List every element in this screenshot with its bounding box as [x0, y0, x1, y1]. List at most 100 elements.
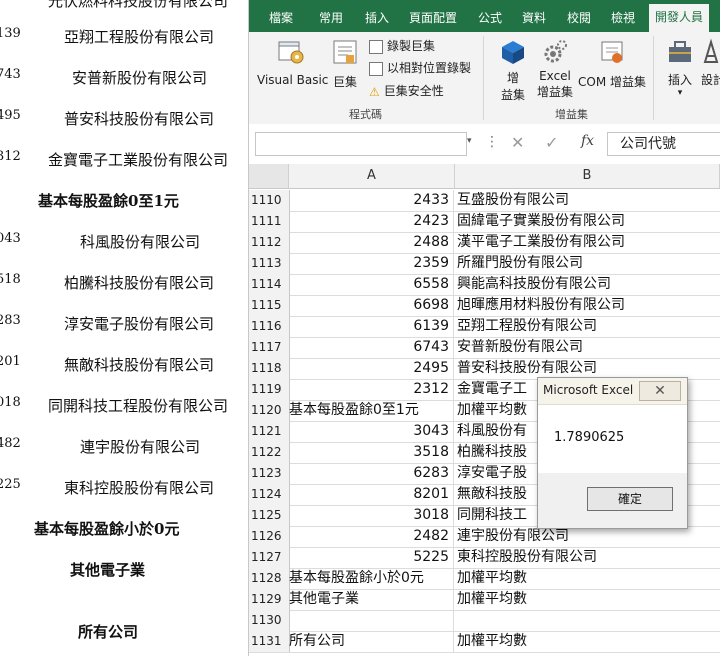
row-header[interactable]: 1115 [249, 295, 290, 316]
cell-b[interactable]: 所羅門股份有限公司 [455, 253, 719, 274]
macro-security-button[interactable]: ⚠ 巨集安全性 [369, 82, 444, 99]
cell-a[interactable]: 3518 [289, 442, 454, 463]
macros-button[interactable]: 巨集 [329, 38, 361, 90]
select-all-corner[interactable] [249, 164, 289, 188]
close-button[interactable]: ✕ [639, 381, 681, 401]
cell-b[interactable]: 加權平均數 [455, 631, 719, 652]
cell-b[interactable]: 東科控股股份有限公司 [455, 547, 719, 568]
row-header[interactable]: 1129 [249, 589, 290, 610]
row-header[interactable]: 1121 [249, 421, 290, 442]
ribbon-separator [483, 36, 484, 120]
cell-a[interactable]: 其他電子業 [289, 589, 454, 610]
chevron-down-icon[interactable]: ▾ [467, 136, 472, 146]
cell-b[interactable] [455, 610, 719, 631]
row-header[interactable]: 1111 [249, 211, 290, 232]
cell-b[interactable]: 固緯電子實業股份有限公司 [455, 211, 719, 232]
tab-data[interactable]: 資料 [522, 9, 546, 26]
column-header-a[interactable]: A [289, 164, 455, 188]
row-header[interactable]: 1112 [249, 232, 290, 253]
visual-basic-button[interactable]: Visual Basic [257, 38, 328, 87]
addins-button[interactable]: 增 益集 [493, 38, 533, 103]
cell-a[interactable]: 3018 [289, 505, 454, 526]
relative-reference-button[interactable]: 以相對位置錄製 [369, 59, 471, 76]
cell-a[interactable]: 2312 [289, 379, 454, 400]
excel-addins-button[interactable]: Excel 增益集 [535, 38, 575, 100]
row-header[interactable]: 1114 [249, 274, 290, 295]
cell-b[interactable]: 興能高科技股份有限公司 [455, 274, 719, 295]
cell-b[interactable]: 加權平均數 [455, 589, 719, 610]
cell-a[interactable]: 5225 [289, 547, 454, 568]
row-header[interactable]: 1128 [249, 568, 290, 589]
cell-b[interactable]: 普安科技股份有限公司 [455, 358, 719, 379]
record-macro-icon [369, 39, 383, 54]
cell-a[interactable]: 2359 [289, 253, 454, 274]
table-row: 1110 2433 互盛股份有限公司 [249, 190, 720, 212]
cell-b[interactable]: 互盛股份有限公司 [455, 190, 719, 211]
enter-icon[interactable]: ✓ [545, 133, 558, 152]
formula-input[interactable]: 公司代號 [607, 132, 720, 156]
ribbon-separator [653, 36, 654, 120]
cell-b[interactable]: 連宇股份有限公司 [455, 526, 719, 547]
cell-b[interactable]: 加權平均數 [455, 568, 719, 589]
cell-a[interactable]: 6139 [289, 316, 454, 337]
cell-a[interactable]: 基本每股盈餘0至1元 [289, 400, 454, 421]
visual-basic-icon [278, 41, 304, 64]
design-mode-button[interactable]: 設計 [701, 38, 720, 88]
doc-row: 312 金寶電子工業股份有限公司 [0, 149, 229, 169]
cell-b[interactable]: 漢平電子工業股份有限公司 [455, 232, 719, 253]
cell-a[interactable]: 2433 [289, 190, 454, 211]
row-header[interactable]: 1118 [249, 358, 290, 379]
cell-a[interactable]: 6698 [289, 295, 454, 316]
cell-b[interactable]: 亞翔工程股份有限公司 [455, 316, 719, 337]
tab-view[interactable]: 檢視 [611, 9, 635, 26]
insert-function-button[interactable]: fx [581, 133, 594, 149]
row-header[interactable]: 1120 [249, 400, 290, 421]
cancel-icon[interactable]: ✕ [511, 133, 524, 152]
row-header[interactable]: 1127 [249, 547, 290, 568]
tab-developer[interactable]: 開發人員 [649, 4, 710, 32]
cell-a[interactable]: 2423 [289, 211, 454, 232]
row-header[interactable]: 1122 [249, 442, 290, 463]
tab-insert[interactable]: 插入 [365, 9, 389, 26]
cell-a[interactable] [289, 610, 454, 631]
row-header[interactable]: 1116 [249, 316, 290, 337]
tab-file[interactable]: 檔案 [269, 9, 293, 26]
cell-a[interactable]: 2495 [289, 358, 454, 379]
cell-b[interactable]: 安普新股份有限公司 [455, 337, 719, 358]
cell-a[interactable]: 基本每股盈餘小於0元 [289, 568, 454, 589]
tab-formulas[interactable]: 公式 [478, 9, 502, 26]
ok-button[interactable]: 確定 [587, 487, 673, 511]
group-label-addins: 增益集 [555, 108, 588, 121]
row-header[interactable]: 1131 [249, 631, 290, 652]
cell-a[interactable]: 6743 [289, 337, 454, 358]
row-header[interactable]: 1123 [249, 463, 290, 484]
row-header[interactable]: 1113 [249, 253, 290, 274]
doc-row: 518 柏騰科技股份有限公司 [0, 272, 215, 292]
row-header[interactable]: 1130 [249, 610, 290, 631]
row-header[interactable]: 1125 [249, 505, 290, 526]
row-header[interactable]: 1119 [249, 379, 290, 400]
record-macro-button[interactable]: 錄製巨集 [369, 37, 435, 54]
column-header-b[interactable]: B [455, 164, 720, 188]
cell-a[interactable]: 6283 [289, 463, 454, 484]
cell-a[interactable]: 8201 [289, 484, 454, 505]
row-header[interactable]: 1110 [249, 190, 290, 211]
tab-review[interactable]: 校閱 [567, 9, 591, 26]
tab-page-layout[interactable]: 頁面配置 [409, 9, 457, 26]
cell-a[interactable]: 所有公司 [289, 631, 454, 652]
insert-controls-button[interactable]: 插入 ▾ [665, 38, 695, 98]
cell-b[interactable]: 旭暉應用材料股份有限公司 [455, 295, 719, 316]
row-header[interactable]: 1117 [249, 337, 290, 358]
name-box[interactable] [255, 132, 467, 156]
cell-a[interactable]: 2482 [289, 526, 454, 547]
row-header[interactable]: 1126 [249, 526, 290, 547]
row-header[interactable]: 1124 [249, 484, 290, 505]
dialog-title-bar[interactable]: Microsoft Excel ✕ [538, 378, 687, 405]
tab-home[interactable]: 常用 [319, 9, 343, 26]
cell-a[interactable]: 6558 [289, 274, 454, 295]
cell-a[interactable]: 3043 [289, 421, 454, 442]
com-addins-button[interactable]: COM 增益集 [577, 38, 647, 90]
doc-row: 743 安普新股份有限公司 [0, 67, 208, 87]
cell-a[interactable]: 2488 [289, 232, 454, 253]
table-row: 1114 6558 興能高科技股份有限公司 [249, 274, 720, 296]
